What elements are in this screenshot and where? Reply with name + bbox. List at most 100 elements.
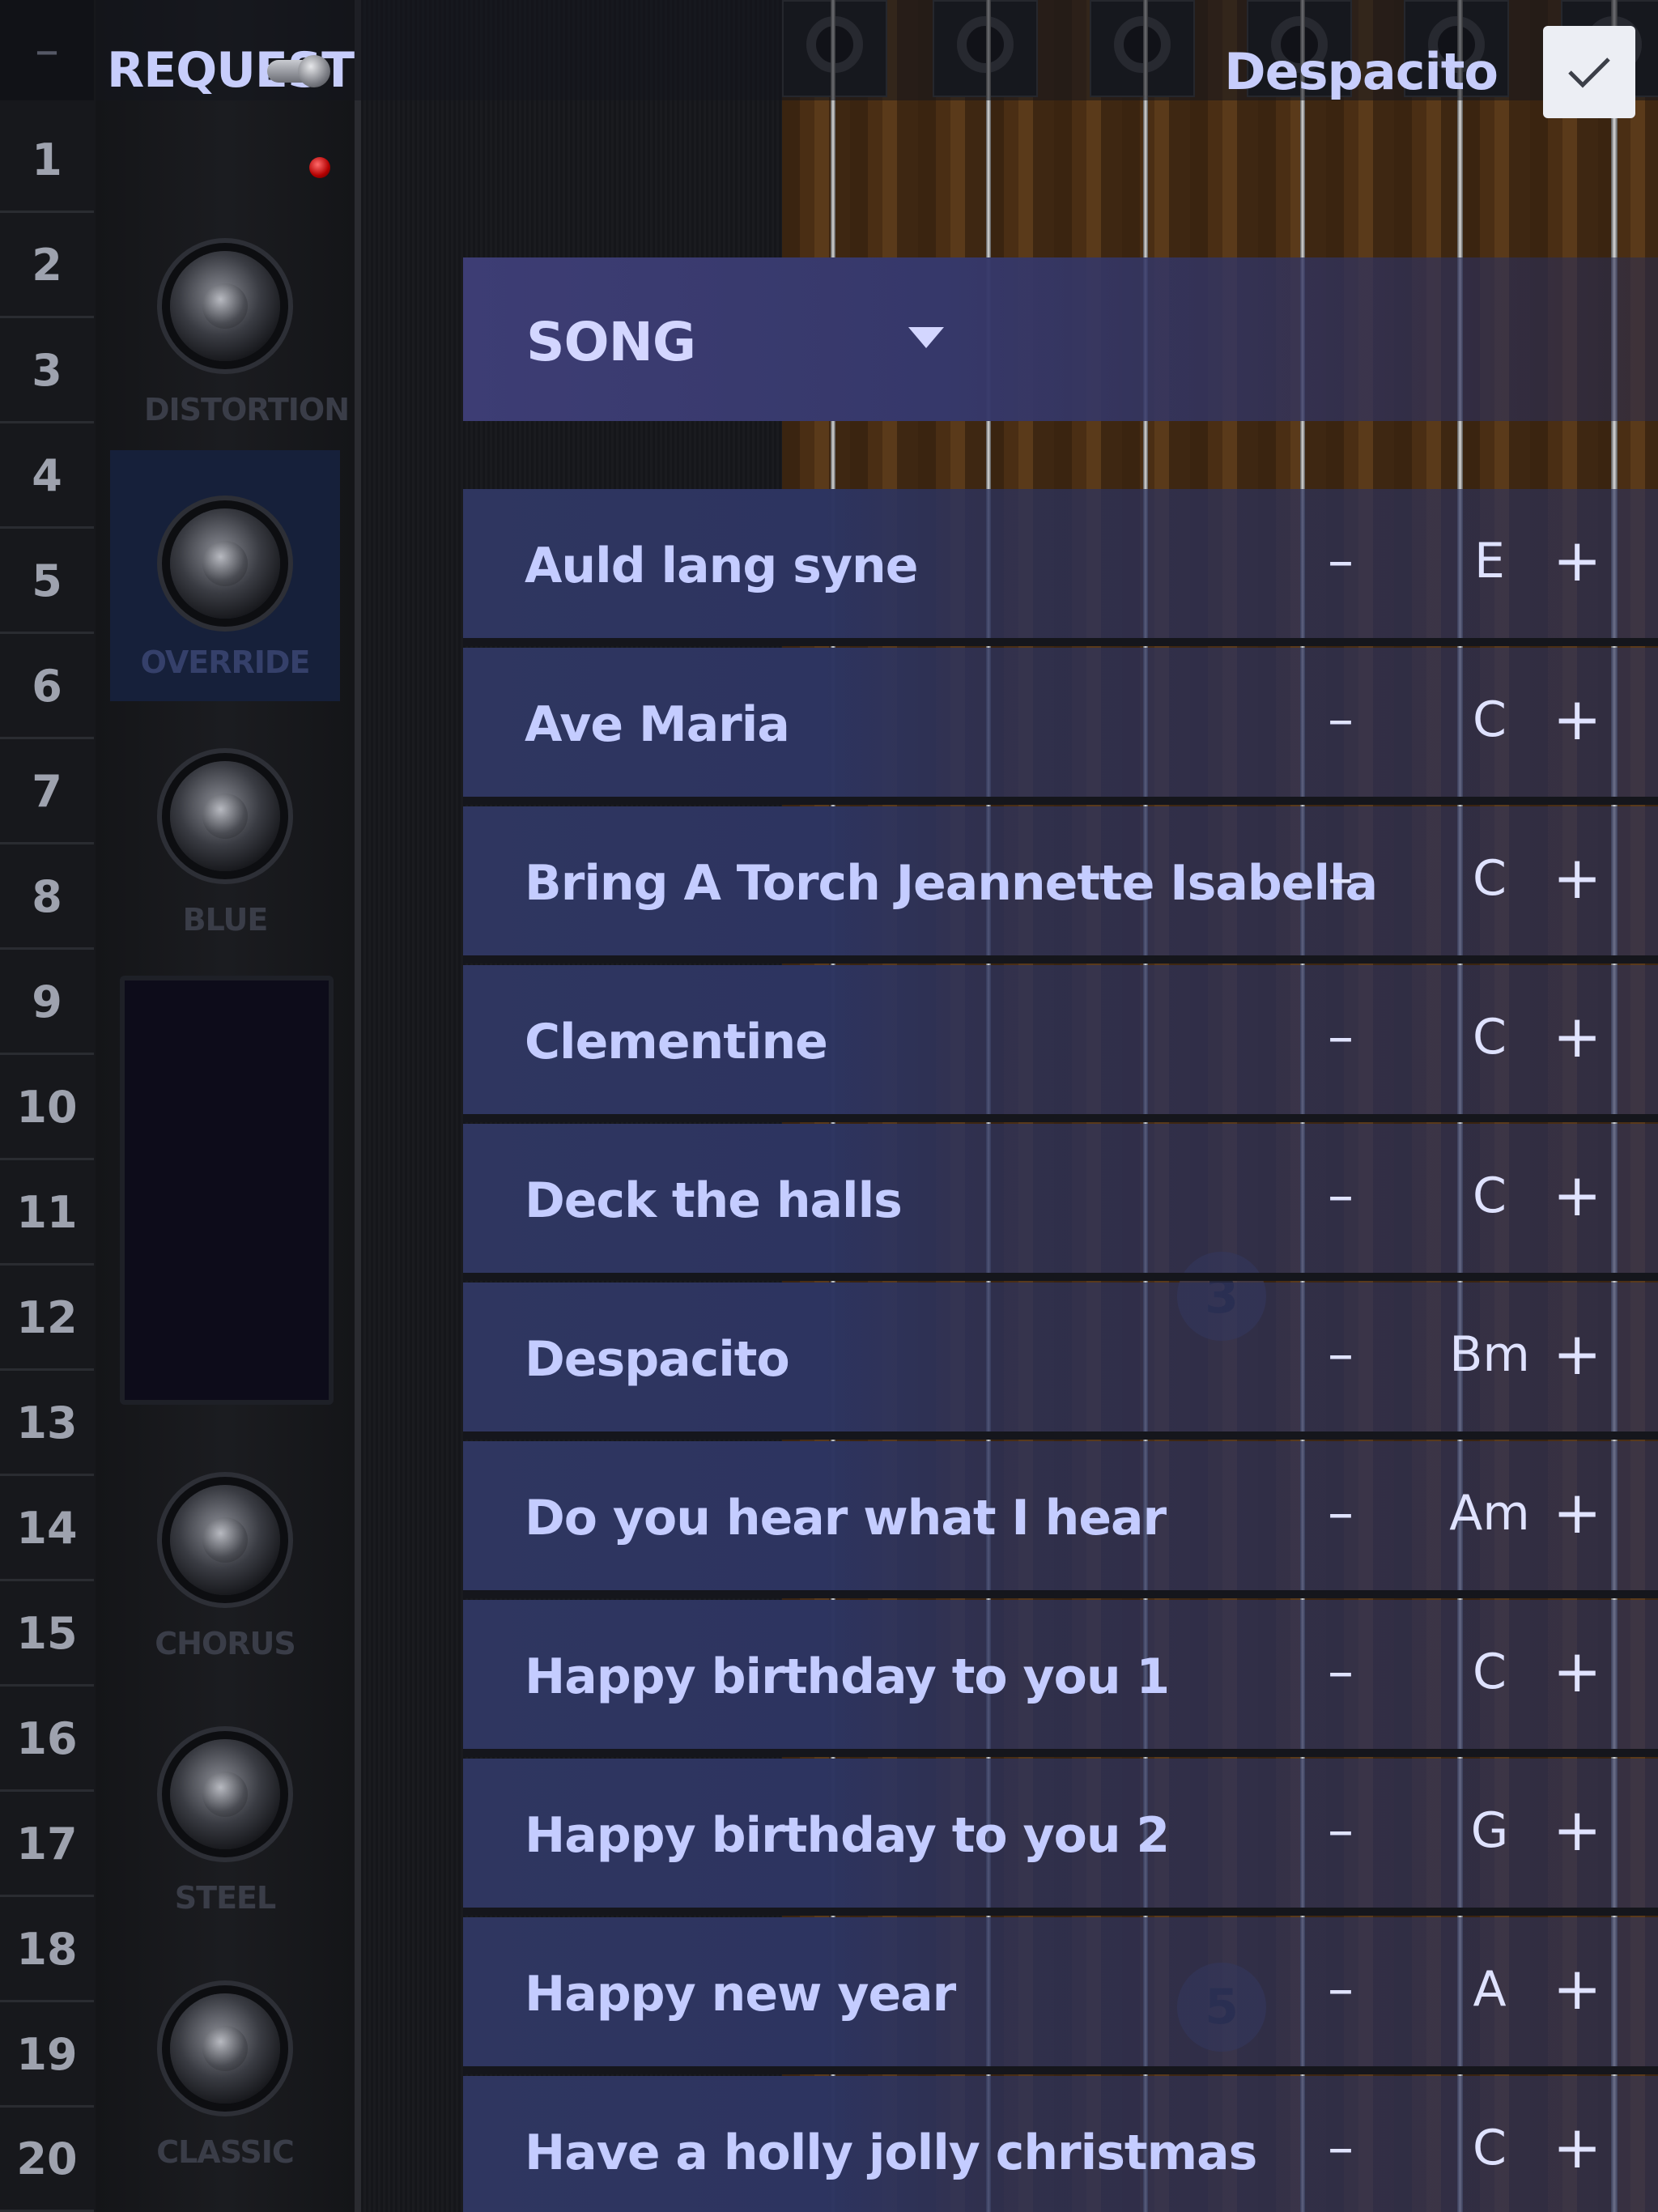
fret-number: 3 (0, 319, 94, 423)
key-down-button[interactable]: – (1328, 1483, 1354, 1543)
fret-number: 7 (0, 740, 94, 844)
steel-label: STEEL (174, 1880, 276, 1916)
key-down-button[interactable]: – (1328, 1007, 1354, 1067)
key-up-button[interactable]: + (1553, 1955, 1601, 2023)
distortion-control[interactable]: DISTORTION (144, 219, 350, 429)
song-row[interactable]: Have a holly jolly christmas – C + (463, 2076, 1658, 2212)
key-down-button[interactable]: – (1328, 2118, 1354, 2178)
key-down-button[interactable]: – (1328, 1325, 1354, 1385)
song-row[interactable]: Deck the halls – C + (463, 1124, 1658, 1281)
key-up-button[interactable]: + (1553, 1637, 1601, 1705)
chorus-label: CHORUS (155, 1626, 295, 1661)
override-control[interactable]: OVERRIDE (110, 450, 340, 701)
key-up-button[interactable]: + (1553, 1478, 1601, 1546)
fret-number: 12 (0, 1266, 94, 1371)
blue-knob-icon[interactable] (170, 761, 280, 871)
key-up-button[interactable]: + (1553, 1161, 1601, 1229)
song-title: Despacito (525, 1331, 790, 1388)
fret-number: 1 (0, 108, 94, 213)
fret-number: 20 (0, 2108, 94, 2212)
fret-number: 15 (0, 1582, 94, 1687)
distortion-knob-icon[interactable] (170, 251, 280, 361)
song-title: Deck the halls (525, 1172, 903, 1229)
fret-number: 10 (0, 1056, 94, 1160)
fret-number: 11 (0, 1161, 94, 1266)
key-up-button[interactable]: + (1553, 844, 1601, 912)
song-title: Clementine (525, 1014, 828, 1070)
song-key: C (1473, 691, 1507, 748)
song-key: Bm (1449, 1326, 1530, 1383)
song-title: Bring A Torch Jeannette Isabella (525, 855, 1378, 912)
song-row[interactable]: Auld lang syne – E + (463, 489, 1658, 646)
song-title: Have a holly jolly christmas (525, 2125, 1257, 2181)
request-toggle-switch[interactable] (267, 55, 330, 87)
effects-panel: DISTORTION OVERRIDE BLUE CHORUS STEEL CL… (96, 0, 355, 2212)
fret-number: 17 (0, 1793, 94, 1897)
song-key: Am (1449, 1485, 1530, 1542)
key-down-button[interactable]: – (1328, 1166, 1354, 1226)
key-down-button[interactable]: – (1328, 690, 1354, 750)
key-up-button[interactable]: + (1553, 2113, 1601, 2181)
song-key: A (1473, 1961, 1507, 2018)
override-label: OVERRIDE (140, 644, 311, 680)
key-down-button[interactable]: – (1328, 849, 1354, 908)
steel-knob-icon[interactable] (170, 1739, 280, 1849)
confirm-button[interactable] (1543, 26, 1635, 118)
chorus-knob-icon[interactable] (170, 1485, 280, 1595)
rail-collapse-button[interactable]: – (0, 0, 94, 100)
key-down-button[interactable]: – (1328, 1959, 1354, 2019)
key-up-button[interactable]: + (1553, 1320, 1601, 1388)
chorus-control[interactable]: CHORUS (144, 1453, 306, 1663)
song-title: Do you hear what I hear (525, 1490, 1167, 1546)
song-key: E (1474, 533, 1505, 589)
song-row[interactable]: Happy birthday to you 1 – C + (463, 1600, 1658, 1757)
key-up-button[interactable]: + (1553, 685, 1601, 753)
fret-number: 5 (0, 530, 94, 634)
song-key: G (1470, 1802, 1509, 1859)
key-down-button[interactable]: – (1328, 531, 1354, 591)
fret-number-rail: – 1 2 3 4 5 6 7 8 9 10 11 12 13 14 15 16… (0, 0, 97, 2212)
override-knob-icon[interactable] (170, 508, 280, 619)
blue-label: BLUE (182, 902, 269, 938)
fret-number: 2 (0, 214, 94, 318)
fret-number: 18 (0, 1898, 94, 2002)
steel-control[interactable]: STEEL (144, 1707, 306, 1917)
distortion-label: DISTORTION (144, 392, 350, 428)
fret-number: 9 (0, 951, 94, 1055)
panel-divider (355, 0, 361, 2212)
fret-number: 6 (0, 635, 94, 739)
song-title: Happy birthday to you 2 (525, 1807, 1170, 1864)
effect-display (120, 976, 334, 1405)
song-row[interactable]: Ave Maria – C + (463, 648, 1658, 805)
key-up-button[interactable]: + (1553, 1002, 1601, 1070)
key-down-button[interactable]: – (1328, 1642, 1354, 1702)
key-up-button[interactable]: + (1553, 1796, 1601, 1864)
caret-down-icon[interactable] (908, 327, 944, 348)
current-song-title: Despacito (1224, 42, 1499, 101)
classic-control[interactable]: CLASSIC (144, 1961, 306, 2172)
song-row[interactable]: Clementine – C + (463, 965, 1658, 1122)
song-title: Ave Maria (525, 696, 790, 753)
song-sort-header[interactable]: SONG (463, 257, 1658, 421)
classic-label: CLASSIC (156, 2134, 295, 2170)
song-row[interactable]: Happy new year – A + (463, 1917, 1658, 2074)
song-title: Happy birthday to you 1 (525, 1648, 1170, 1705)
song-key: C (1473, 1168, 1507, 1224)
song-row[interactable]: Bring A Torch Jeannette Isabella – C + (463, 806, 1658, 963)
checkmark-icon (1568, 57, 1610, 88)
song-row[interactable]: Do you hear what I hear – Am + (463, 1441, 1658, 1598)
blue-control[interactable]: BLUE (144, 729, 306, 939)
song-row[interactable]: Happy birthday to you 2 – G + (463, 1759, 1658, 1916)
song-row[interactable]: Despacito – Bm + (463, 1283, 1658, 1440)
song-column-label: SONG (526, 311, 696, 373)
fret-number: 14 (0, 1477, 94, 1581)
fret-number: 13 (0, 1372, 94, 1476)
fret-number: 8 (0, 845, 94, 950)
power-led-icon (309, 157, 330, 178)
song-key: C (1473, 850, 1507, 907)
song-key: C (1473, 1009, 1507, 1066)
key-down-button[interactable]: – (1328, 1801, 1354, 1861)
key-up-button[interactable]: + (1553, 526, 1601, 594)
classic-knob-icon[interactable] (170, 1993, 280, 2104)
fret-number: 4 (0, 424, 94, 529)
